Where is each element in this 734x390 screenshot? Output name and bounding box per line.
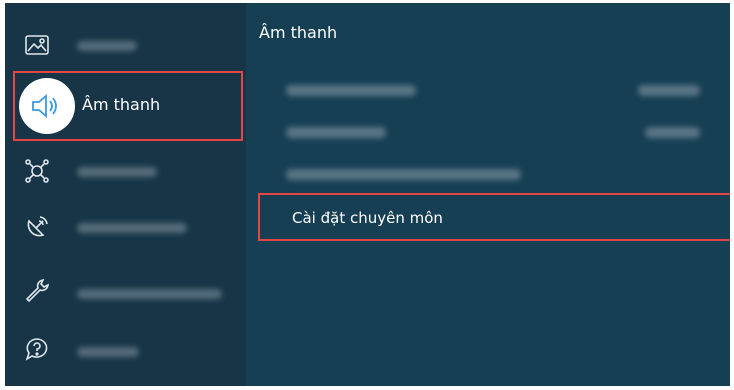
tv-settings-screen: Âm thanh Âm thanh Cài đặt chuyên môn	[0, 0, 734, 390]
sidebar-item-label-blurred	[77, 347, 139, 357]
settings-row[interactable]	[258, 113, 730, 153]
wrench-icon	[23, 277, 51, 305]
help-icon	[23, 335, 51, 363]
panel-title: Âm thanh	[259, 23, 338, 42]
settings-row[interactable]	[258, 155, 730, 195]
sidebar-item-label-blurred	[77, 223, 187, 233]
sidebar-item-label-blurred	[77, 41, 137, 51]
row-label-blurred	[286, 85, 416, 96]
satellite-icon	[23, 213, 51, 241]
network-icon	[23, 157, 51, 185]
picture-icon	[23, 31, 51, 59]
sidebar-item-label-blurred	[77, 167, 157, 177]
settings-sidebar: Âm thanh	[5, 3, 246, 386]
speaker-icon	[30, 91, 64, 121]
sidebar-item-device-care[interactable]	[5, 265, 246, 321]
row-value-blurred	[645, 127, 700, 138]
row-value-blurred	[638, 85, 700, 96]
sidebar-item-label: Âm thanh	[82, 95, 161, 114]
expert-settings-label: Cài đặt chuyên môn	[292, 209, 443, 227]
sidebar-item-broadcasting[interactable]	[5, 199, 246, 255]
sidebar-item-picture[interactable]	[5, 17, 246, 73]
settings-panel: Âm thanh Cài đặt chuyên môn	[246, 3, 730, 386]
settings-row[interactable]	[258, 71, 730, 111]
sidebar-item-support[interactable]	[5, 321, 246, 377]
row-label-blurred	[286, 169, 521, 180]
expert-settings-item[interactable]: Cài đặt chuyên môn	[258, 193, 730, 241]
sidebar-item-label-blurred	[77, 289, 222, 299]
row-label-blurred	[286, 127, 386, 138]
sidebar-item-general[interactable]	[5, 143, 246, 199]
